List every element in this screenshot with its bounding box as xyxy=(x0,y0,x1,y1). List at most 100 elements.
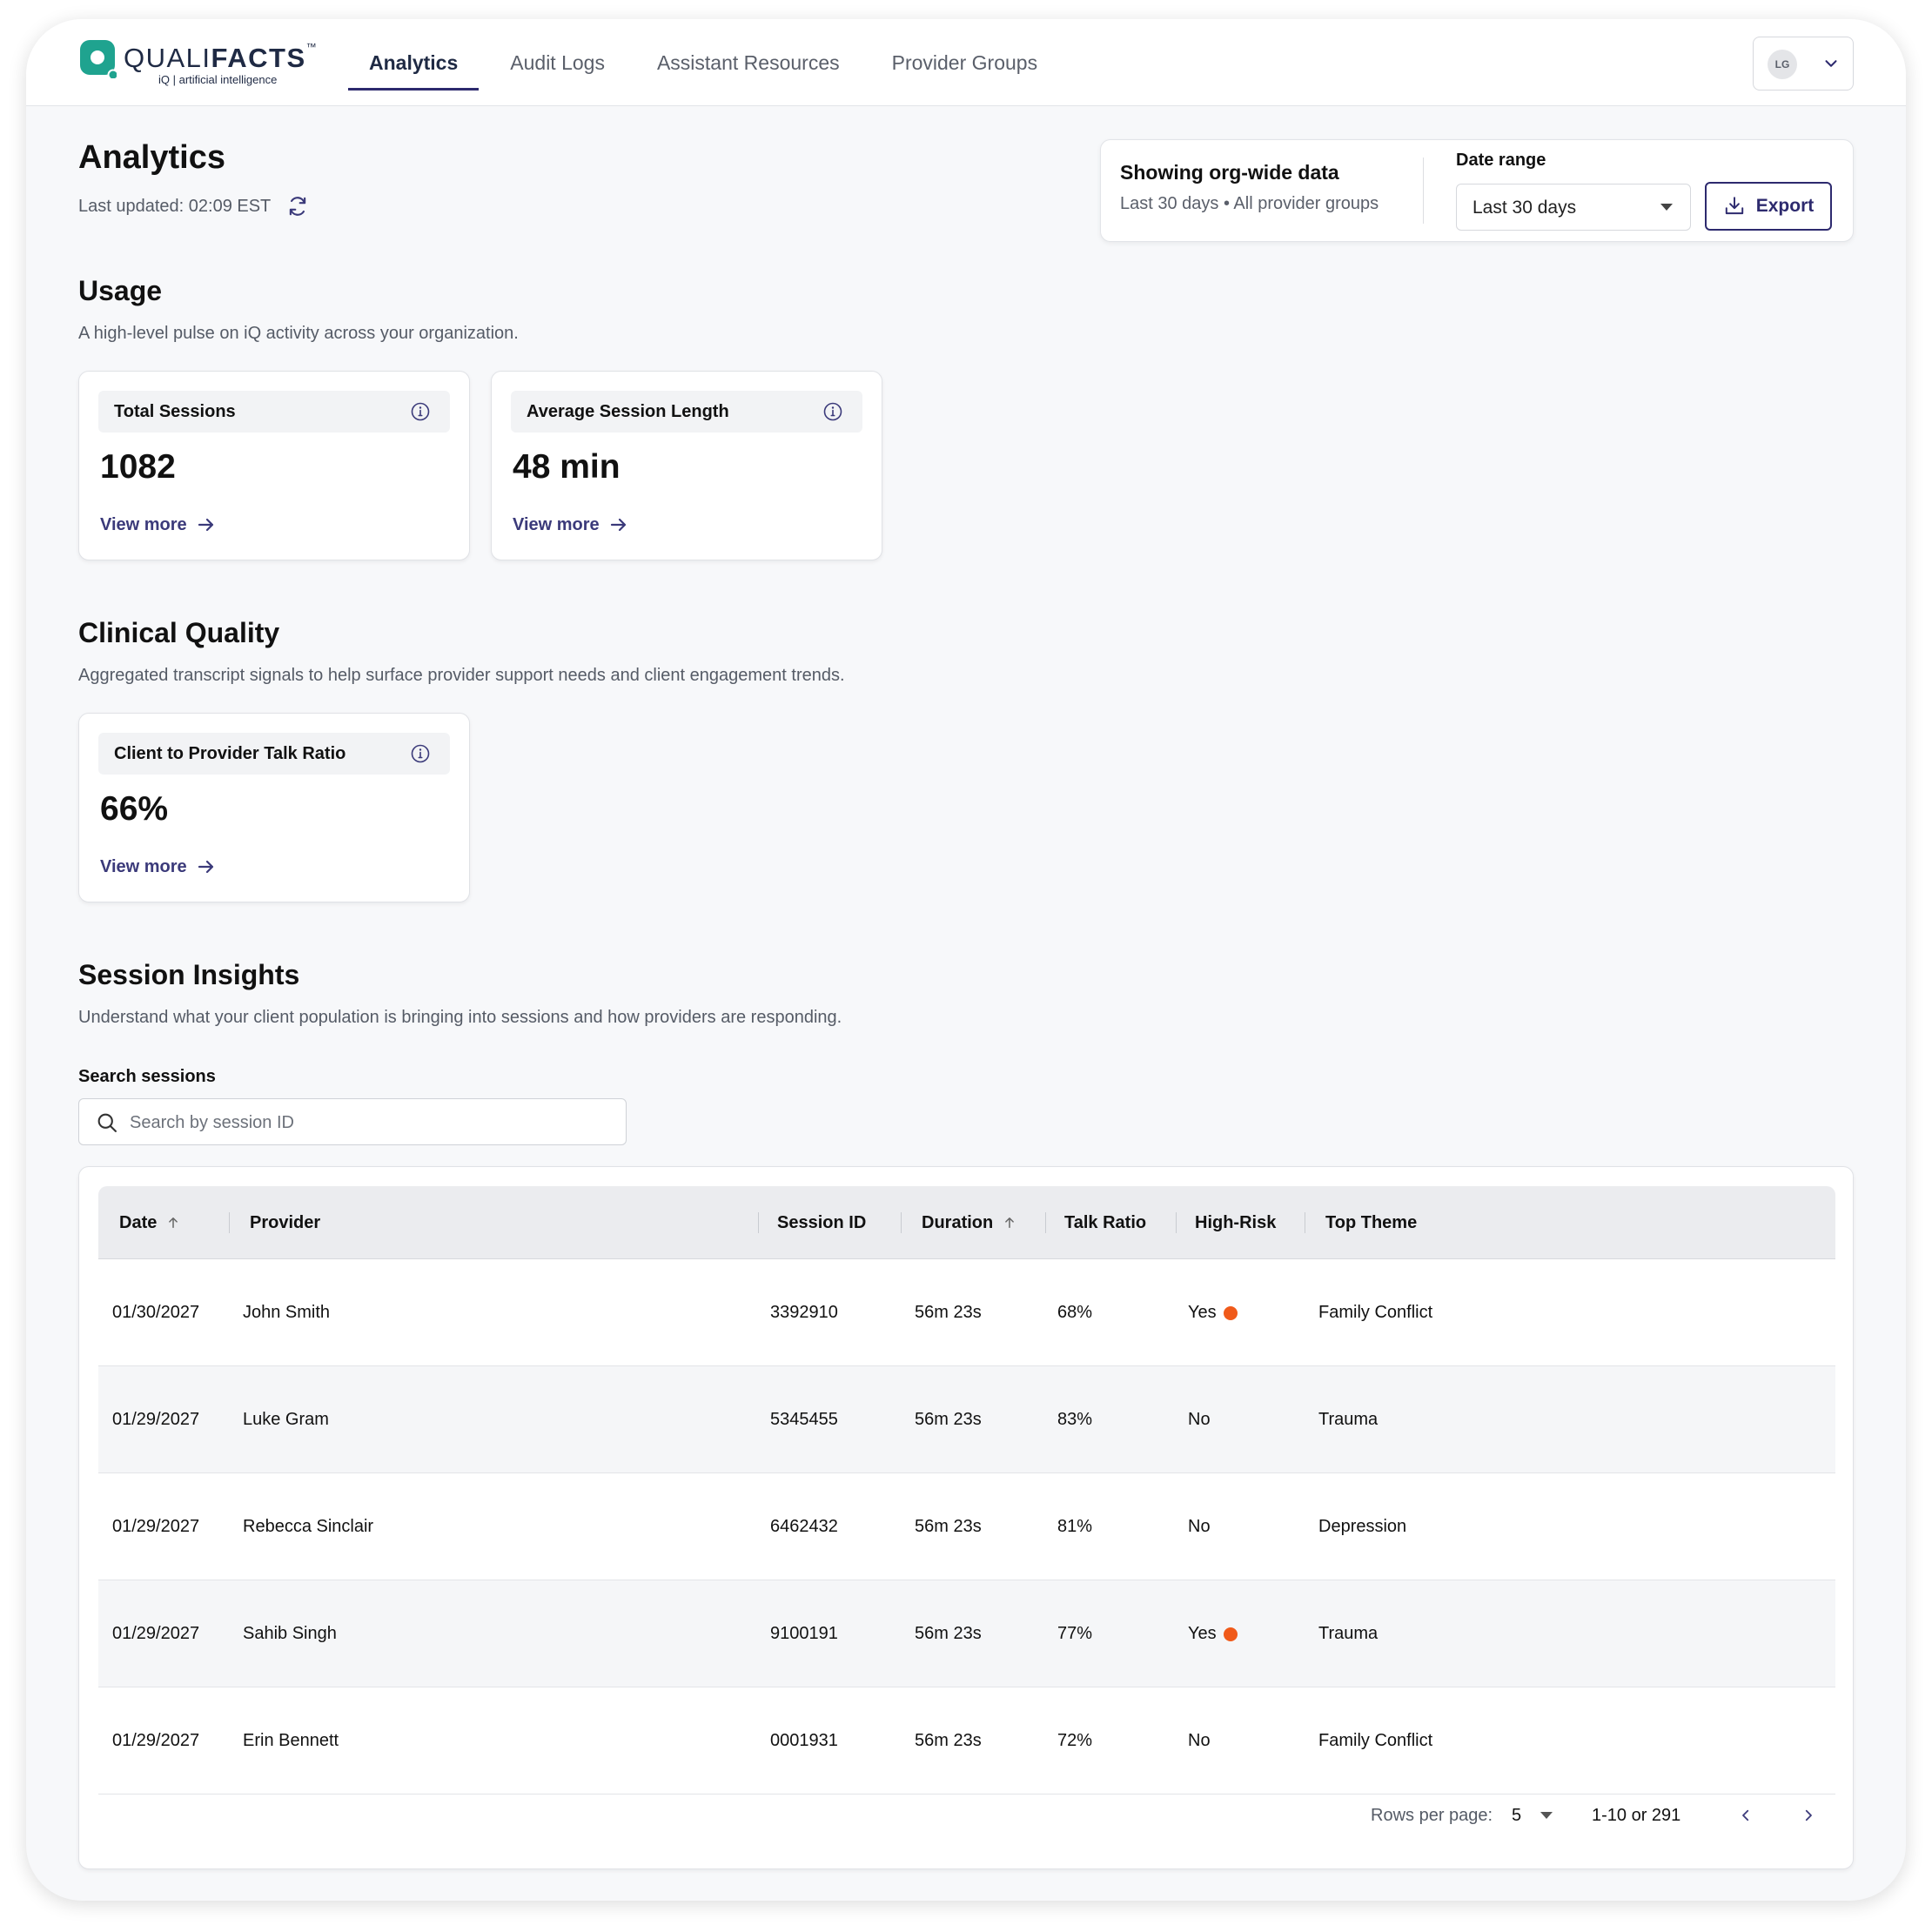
high-risk-text: No xyxy=(1188,1410,1211,1429)
column-divider xyxy=(901,1212,902,1233)
rows-per-page-value: 5 xyxy=(1512,1805,1522,1825)
date-range-select[interactable]: Last 30 days xyxy=(1456,184,1691,231)
high-risk-text: No xyxy=(1188,1731,1211,1750)
column-label: High-Risk xyxy=(1195,1212,1277,1232)
top-navigation-bar: QUALIFACTS™ iQ | artificial intelligence… xyxy=(26,19,1906,106)
logo-tagline: iQ | artificial intelligence xyxy=(158,73,278,86)
cell-duration: 56m 23s xyxy=(915,1624,982,1643)
search-icon xyxy=(97,1113,117,1132)
cell-duration: 56m 23s xyxy=(915,1517,982,1536)
cell-high-risk: No xyxy=(1188,1473,1211,1580)
next-page-button[interactable] xyxy=(1795,1802,1821,1828)
export-button[interactable]: Export xyxy=(1705,182,1832,231)
cell-duration: 56m 23s xyxy=(915,1303,982,1322)
chevron-down-icon xyxy=(1825,60,1837,67)
cell-session-id: 6462432 xyxy=(770,1517,838,1536)
column-divider xyxy=(1045,1212,1046,1233)
rows-per-page-label: Rows per page: xyxy=(1371,1805,1493,1825)
cell-high-risk: No xyxy=(1188,1366,1211,1473)
info-icon[interactable] xyxy=(410,401,431,422)
tab-analytics[interactable]: Analytics xyxy=(348,19,480,106)
table-row[interactable]: 01/29/2027 Erin Bennett 0001931 56m 23s … xyxy=(98,1687,1835,1794)
session-insights-description: Understand what your client population i… xyxy=(78,1008,842,1027)
divider xyxy=(1423,158,1424,224)
cell-session-id: 3392910 xyxy=(770,1303,838,1322)
cell-session-id: 5345455 xyxy=(770,1410,838,1429)
chevron-left-icon xyxy=(1742,1809,1749,1821)
total-sessions-card: Total Sessions 1082 View more xyxy=(78,371,470,560)
table-row[interactable]: 01/29/2027 Rebecca Sinclair 6462432 56m … xyxy=(98,1473,1835,1580)
avatar: LG xyxy=(1768,50,1797,79)
cell-date: 01/29/2027 xyxy=(112,1410,200,1429)
user-menu-button[interactable]: LG xyxy=(1753,37,1854,91)
cell-provider: Luke Gram xyxy=(243,1410,329,1429)
view-more-link[interactable]: View more xyxy=(100,856,217,877)
sort-ascending-icon xyxy=(169,1218,178,1228)
table-row[interactable]: 01/30/2027 John Smith 3392910 56m 23s 68… xyxy=(98,1259,1835,1366)
cell-talk-ratio: 72% xyxy=(1057,1731,1093,1750)
qualifacts-logo[interactable]: QUALIFACTS™ iQ | artificial intelligence xyxy=(78,40,317,92)
table-row[interactable]: 01/29/2027 Sahib Singh 9100191 56m 23s 7… xyxy=(98,1580,1835,1687)
tab-provider-groups[interactable]: Provider Groups xyxy=(871,19,1058,106)
high-risk-dot-icon xyxy=(1223,1305,1238,1320)
clinical-quality-title: Clinical Quality xyxy=(78,617,280,648)
caret-down-icon xyxy=(1660,204,1673,211)
view-more-link[interactable]: View more xyxy=(100,514,217,535)
usage-title: Usage xyxy=(78,275,163,306)
tab-audit-logs[interactable]: Audit Logs xyxy=(489,19,626,106)
cell-provider: Erin Bennett xyxy=(243,1731,339,1750)
view-more-label: View more xyxy=(513,514,600,534)
metric-value: 1082 xyxy=(100,448,176,486)
column-header-duration[interactable]: Duration xyxy=(922,1186,1017,1259)
cell-provider: John Smith xyxy=(243,1303,331,1322)
arrow-right-icon xyxy=(198,860,213,874)
search-field[interactable] xyxy=(78,1098,627,1145)
logo-wordmark: QUALIFACTS™ xyxy=(124,41,319,73)
cell-top-theme: Family Conflict xyxy=(1318,1303,1433,1322)
column-header-provider[interactable]: Provider xyxy=(250,1186,320,1259)
column-divider xyxy=(758,1212,759,1233)
data-scope-card: Showing org-wide data Last 30 days • All… xyxy=(1100,139,1854,242)
metric-label: Total Sessions xyxy=(114,402,236,421)
chevron-right-icon xyxy=(1805,1809,1812,1821)
last-updated-text: Last updated: 02:09 EST xyxy=(78,196,272,216)
column-label: Date xyxy=(119,1212,158,1232)
column-header-high-risk[interactable]: High-Risk xyxy=(1195,1186,1276,1259)
high-risk-text: Yes xyxy=(1188,1624,1217,1643)
info-icon[interactable] xyxy=(822,401,843,422)
cell-talk-ratio: 81% xyxy=(1057,1517,1093,1536)
cell-top-theme: Family Conflict xyxy=(1318,1731,1433,1750)
previous-page-button[interactable] xyxy=(1733,1802,1759,1828)
caret-down-icon xyxy=(1540,1812,1553,1819)
cell-date: 01/30/2027 xyxy=(112,1303,200,1322)
average-session-length-card: Average Session Length 48 min View more xyxy=(491,371,882,560)
column-header-session-id[interactable]: Session ID xyxy=(777,1186,866,1259)
cell-top-theme: Depression xyxy=(1318,1517,1407,1536)
cell-provider: Rebecca Sinclair xyxy=(243,1517,374,1536)
search-input[interactable] xyxy=(130,1106,600,1139)
column-header-top-theme[interactable]: Top Theme xyxy=(1325,1186,1417,1259)
logo-mark-icon xyxy=(80,40,117,78)
session-insights-title: Session Insights xyxy=(78,959,300,990)
info-icon[interactable] xyxy=(410,743,431,764)
tab-assistant-resources[interactable]: Assistant Resources xyxy=(636,19,861,106)
last-updated: Last updated: 02:09 EST xyxy=(78,195,309,218)
column-header-talk-ratio[interactable]: Talk Ratio xyxy=(1064,1186,1146,1259)
cell-top-theme: Trauma xyxy=(1318,1624,1379,1643)
cell-duration: 56m 23s xyxy=(915,1410,982,1429)
search-label: Search sessions xyxy=(78,1067,216,1086)
cell-date: 01/29/2027 xyxy=(112,1731,200,1750)
cell-session-id: 9100191 xyxy=(770,1624,838,1643)
refresh-icon[interactable] xyxy=(286,195,309,218)
cell-duration: 56m 23s xyxy=(915,1731,982,1750)
table-row[interactable]: 01/29/2027 Luke Gram 5345455 56m 23s 83%… xyxy=(98,1366,1835,1473)
column-label: Top Theme xyxy=(1325,1212,1418,1232)
column-header-date[interactable]: Date xyxy=(119,1186,181,1259)
rows-per-page-select[interactable]: 5 xyxy=(1512,1794,1553,1837)
column-divider xyxy=(1176,1212,1177,1233)
cell-talk-ratio: 77% xyxy=(1057,1624,1093,1643)
column-label: Duration xyxy=(922,1212,994,1232)
view-more-link[interactable]: View more xyxy=(513,514,629,535)
usage-description: A high-level pulse on iQ activity across… xyxy=(78,324,519,343)
cell-high-risk: Yes xyxy=(1188,1259,1238,1366)
